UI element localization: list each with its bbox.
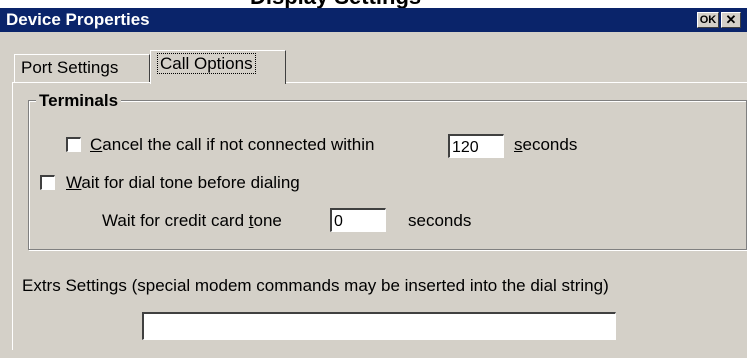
- credit-card-seconds-field[interactable]: 0: [330, 208, 386, 232]
- wait-dial-tone-label-text: ait for dial tone before dialing: [81, 173, 300, 192]
- clipped-heading-text: Display Settings: [250, 0, 421, 8]
- terminals-group-label: Terminals: [36, 92, 122, 110]
- extra-settings-label: Extrs Settings (special modem commands m…: [22, 276, 609, 295]
- title-bar: Device Properties OK ✕: [0, 8, 747, 32]
- ok-button[interactable]: OK: [697, 12, 719, 28]
- credit-card-label-prefix: Wait for credit card: [102, 211, 249, 230]
- cancel-call-label: Cancel the call if not connected within: [90, 135, 374, 155]
- tab-port-settings[interactable]: Port Settings: [14, 54, 150, 82]
- tab-call-options[interactable]: Call Options: [150, 50, 286, 84]
- credit-card-label-rest: one: [253, 211, 282, 230]
- credit-card-unit: seconds: [408, 211, 472, 230]
- wait-dial-tone-label: Wait for dial tone before dialing: [66, 173, 300, 193]
- extra-settings-field[interactable]: [142, 312, 616, 340]
- window-title: Device Properties: [6, 10, 150, 29]
- cancel-call-seconds-field[interactable]: 120: [448, 134, 504, 158]
- tab-call-options-label: Call Options: [157, 53, 256, 74]
- close-button[interactable]: ✕: [721, 12, 741, 28]
- cancel-call-unit-text: econds: [522, 135, 578, 154]
- wait-dial-tone-mnemonic: W: [66, 173, 82, 192]
- clipped-heading-strip: Display Settings: [0, 0, 747, 8]
- cancel-call-label-text: ancel the call if not connected within: [102, 135, 375, 154]
- credit-card-tone-label: Wait for credit card tone: [102, 211, 282, 231]
- cancel-call-checkbox[interactable]: [66, 137, 81, 152]
- cancel-call-unit: seconds: [514, 135, 577, 155]
- cancel-call-unit-mnemonic: s: [514, 135, 523, 154]
- cancel-call-mnemonic: C: [90, 135, 103, 154]
- wait-dial-tone-checkbox[interactable]: [40, 175, 55, 190]
- tab-port-settings-label: Port Settings: [21, 58, 119, 77]
